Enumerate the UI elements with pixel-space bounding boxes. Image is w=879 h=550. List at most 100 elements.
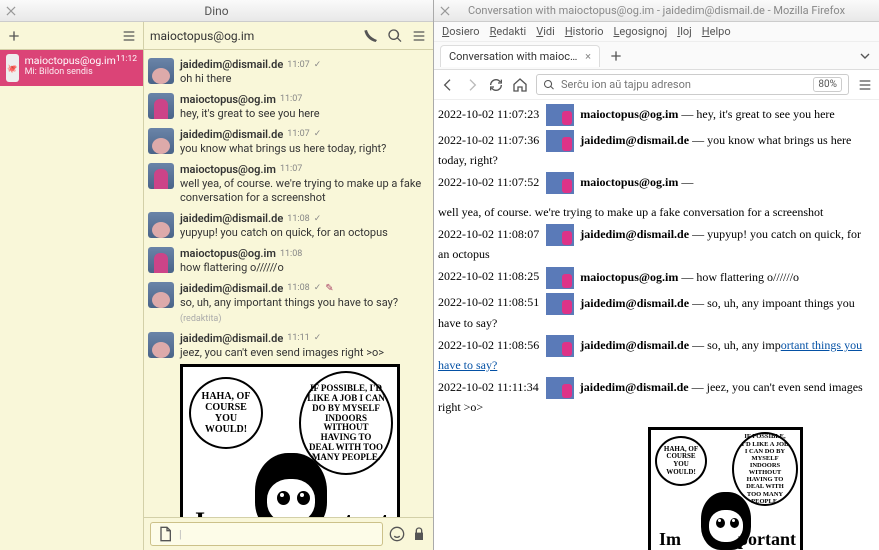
sender-name: maioctopus@og.im	[580, 107, 678, 121]
menu-icon[interactable]	[411, 28, 427, 44]
timestamp: 2022-10-02 11:07:52	[438, 175, 539, 189]
avatar	[546, 104, 574, 126]
browser-tab[interactable]: Conversation with maioctopus ×	[440, 45, 600, 67]
edit-icon: ✎	[325, 283, 333, 294]
menu-item[interactable]: Vidi	[536, 25, 555, 38]
back-icon[interactable]	[440, 77, 456, 93]
avatar	[148, 163, 174, 189]
menu-item[interactable]: Historio	[565, 25, 604, 38]
url-bar[interactable]: 80%	[536, 74, 849, 95]
message: jaidedim@dismail.de11:08✓yupyup! you cat…	[148, 212, 427, 241]
check-icon: ✓	[314, 129, 322, 139]
window-close-icon[interactable]	[438, 4, 452, 18]
avatar	[148, 93, 174, 119]
message-time: 11:07	[287, 60, 309, 70]
attach-icon[interactable]	[157, 526, 173, 542]
tab-close-icon[interactable]: ×	[585, 50, 591, 63]
timestamp: 2022-10-02 11:11:34	[438, 380, 539, 394]
message-text: jeez, you can't even send images right >…	[180, 346, 427, 361]
speech-bubble: HAHA, OF COURSE YOU WOULD!	[189, 377, 263, 449]
zoom-level[interactable]: 80%	[813, 77, 842, 92]
timestamp: 2022-10-02 11:08:51	[438, 295, 539, 309]
message-time: 11:07	[280, 164, 302, 174]
message: jaidedim@dismail.de11:07✓you know what b…	[148, 128, 427, 157]
message-text: yupyup! you catch on quick, for an octop…	[180, 226, 427, 241]
window-titlebar: Conversation with maioctopus@og.im - jai…	[434, 0, 879, 22]
message-time: 11:08	[280, 249, 302, 259]
image-attachment: HAHA, OF COURSE YOU WOULD!IF POSSIBLE, I…	[648, 427, 803, 550]
sender-name: jaidedim@dismail.de	[580, 295, 689, 309]
sender-name: jaidedim@dismail.de	[180, 58, 283, 71]
avatar	[546, 130, 574, 152]
log-entry: 2022-10-02 11:08:51 jaidedim@dismail.de …	[438, 293, 871, 331]
conversation-title: maioctopus@og.im	[150, 29, 355, 43]
timestamp: 2022-10-02 11:08:07	[438, 227, 539, 241]
sender-name: maioctopus@og.im	[180, 247, 276, 260]
check-icon: ✓	[314, 283, 322, 293]
avatar: 🐙	[6, 54, 19, 82]
avatar	[148, 282, 174, 308]
timestamp: 2022-10-02 11:07:23	[438, 107, 539, 121]
message-text: you know what brings us here today, righ…	[180, 142, 427, 157]
message-input[interactable]	[188, 528, 376, 541]
sender-name: jaidedim@dismail.de	[580, 338, 689, 352]
avatar	[546, 224, 574, 246]
avatar	[546, 267, 574, 289]
page-content[interactable]: 2022-10-02 11:07:23 maioctopus@og.im — h…	[434, 100, 879, 550]
log-entry: 2022-10-02 11:07:52 maioctopus@og.im — w…	[438, 172, 871, 220]
sender-name: maioctopus@og.im	[180, 93, 276, 106]
check-icon: ✓	[314, 60, 322, 70]
forward-icon[interactable]	[464, 77, 480, 93]
message-time: 11:08	[287, 283, 309, 293]
check-icon: ✓	[314, 214, 322, 224]
chat-list-item[interactable]: 🐙 maioctopus@og.im11:12 Mi: Bildon sendi…	[0, 50, 143, 86]
image-text: portant	[738, 529, 796, 550]
log-entry: 2022-10-02 11:07:23 maioctopus@og.im — h…	[438, 104, 871, 126]
encryption-icon[interactable]	[411, 526, 427, 542]
menu-bar: Dosiero Redakti Vidi Historio Legosignoj Iloj…	[434, 22, 879, 42]
speech-bubble: HAHA, OF COURSE YOU WOULD!	[655, 436, 707, 486]
call-icon[interactable]	[363, 28, 379, 44]
hamburger-icon[interactable]	[857, 77, 873, 93]
tabs-overflow-icon[interactable]	[857, 48, 873, 64]
search-icon	[543, 79, 555, 91]
avatar	[148, 128, 174, 154]
avatar	[546, 377, 574, 399]
plus-icon[interactable]	[6, 28, 22, 44]
avatar	[148, 212, 174, 238]
image-attachment: HAHA, OF COURSE YOU WOULD!IF POSSIBLE, I…	[180, 364, 400, 517]
message-time: 11:08	[287, 214, 309, 224]
log-entry: 2022-10-02 11:08:25 maioctopus@og.im — h…	[438, 267, 871, 289]
image-text: Im	[195, 507, 227, 517]
message-text: oh hi there	[180, 72, 427, 87]
emoji-icon[interactable]	[389, 526, 405, 542]
menu-item[interactable]: Legosignoj	[613, 25, 667, 38]
home-icon[interactable]	[512, 77, 528, 93]
menu-item[interactable]: Helpo	[702, 25, 731, 38]
composer: |	[144, 517, 433, 550]
avatar	[546, 335, 574, 357]
firefox-window: Conversation with maioctopus@og.im - jai…	[434, 0, 879, 550]
message: maioctopus@og.im11:07hey, it's great to …	[148, 93, 427, 122]
avatar	[148, 247, 174, 273]
url-input[interactable]	[561, 78, 807, 91]
nav-bar: 80%	[434, 70, 879, 100]
new-tab-icon[interactable]	[608, 48, 624, 64]
message-time: 11:11	[287, 333, 309, 343]
tab-bar: Conversation with maioctopus ×	[434, 42, 879, 70]
hamburger-icon[interactable]	[121, 28, 137, 44]
search-icon[interactable]	[387, 28, 403, 44]
message-list[interactable]: jaidedim@dismail.de 11:07 ✓ oh hi there maio…	[144, 50, 433, 517]
log-entry: 2022-10-02 11:11:34 jaidedim@dismail.de …	[438, 377, 871, 550]
timestamp: 2022-10-02 11:08:25	[438, 269, 539, 283]
message: maioctopus@og.im11:08how flattering o///…	[148, 247, 427, 276]
sender-name: jaidedim@dismail.de	[580, 380, 689, 394]
dino-window: Dino maioctopus@og.im 🐙 maioctopus@og.im…	[0, 0, 434, 550]
reload-icon[interactable]	[488, 77, 504, 93]
avatar	[546, 293, 574, 315]
menu-item[interactable]: Dosiero	[442, 25, 480, 38]
window-close-icon[interactable]	[4, 4, 18, 18]
menu-item[interactable]: Redakti	[490, 25, 527, 38]
avatar	[148, 58, 174, 84]
menu-item[interactable]: Iloj	[677, 25, 692, 38]
